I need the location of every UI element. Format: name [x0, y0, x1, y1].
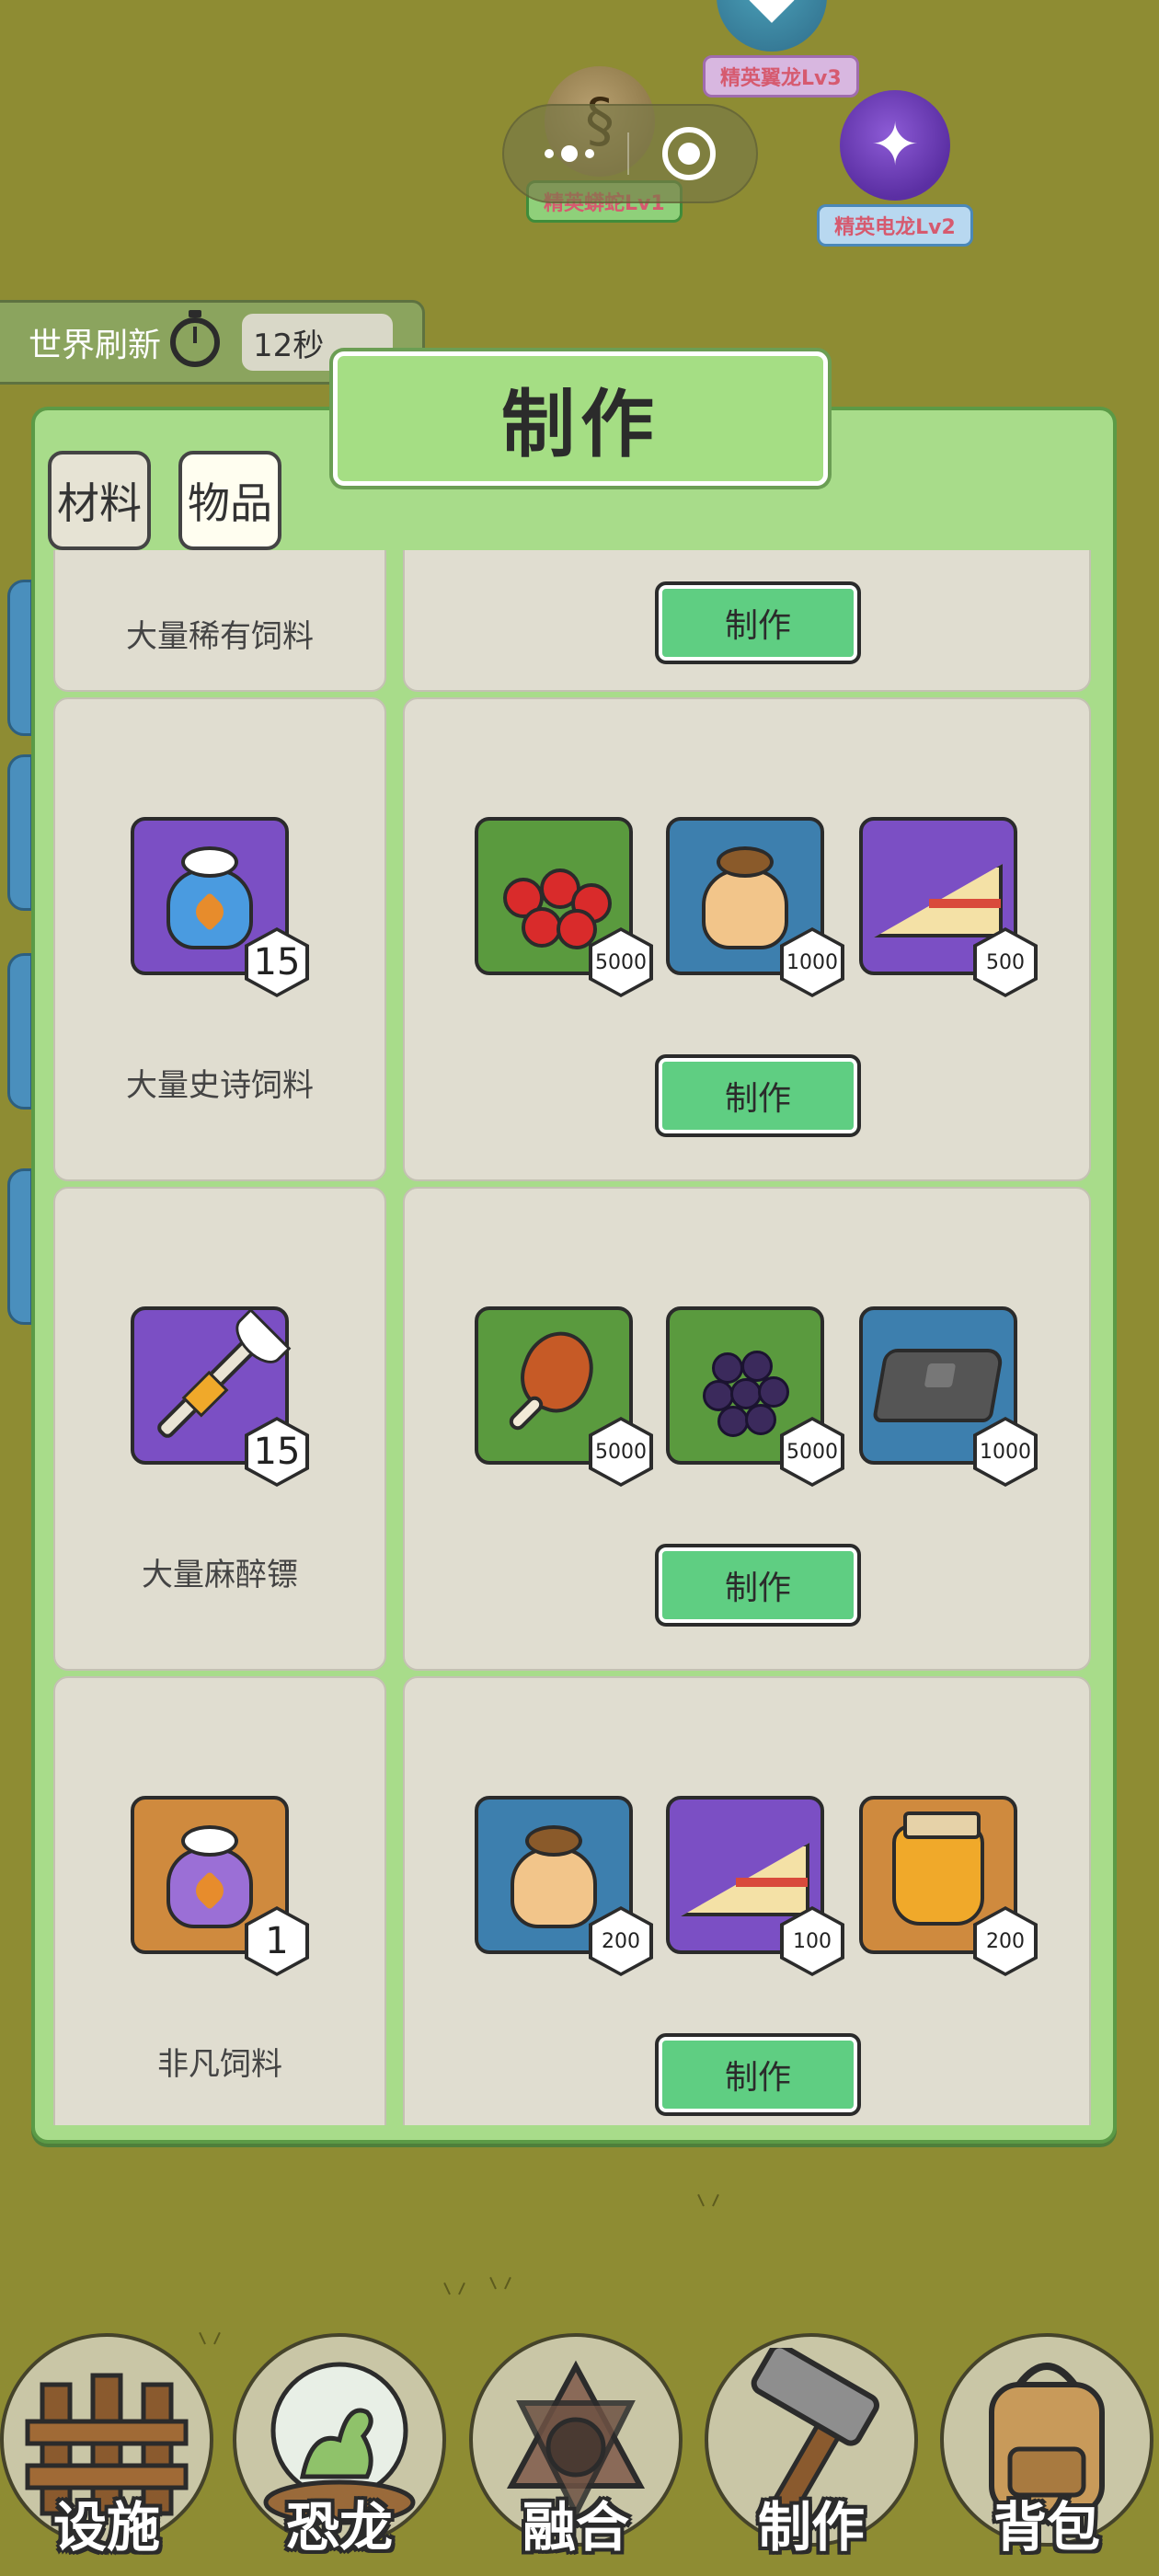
craft-button[interactable]: 制作 — [655, 1544, 861, 1627]
ingredient-count: 500 — [986, 950, 1025, 974]
ingredient-count: 200 — [986, 1929, 1025, 1953]
recipe-row: 15 大量史诗饲料 5000 1000 500 制作 — [52, 697, 1095, 1185]
nav-backpack[interactable]: 背包 — [940, 2333, 1153, 2559]
product-tile[interactable]: 1 — [131, 1796, 309, 1976]
cake-slice-icon — [681, 1834, 809, 1916]
recipe-ingredients-cell: 200 100 200 制作 — [403, 1676, 1091, 2125]
craft-button[interactable]: 制作 — [655, 1054, 861, 1137]
ingredient-tile[interactable]: 5000 — [475, 1306, 653, 1487]
recipe-list[interactable]: 大量稀有饲料 2000 500 制作 15 大量史诗饲料 — [52, 550, 1095, 2125]
ingredient-count: 200 — [602, 1929, 640, 1953]
grass-decoration — [432, 2278, 478, 2294]
product-tile[interactable]: 15 — [131, 817, 309, 997]
recipe-product-cell: 1 非凡饲料 — [53, 1676, 386, 2125]
craft-button[interactable]: 制作 — [655, 581, 861, 664]
ingredient-tile[interactable]: 500 — [859, 817, 1038, 997]
recipe-ingredients-cell: 5000 1000 500 制作 — [403, 697, 1091, 1181]
nav-fusion[interactable]: 融合 — [469, 2333, 683, 2559]
nav-label: 背包 — [993, 2496, 1100, 2559]
capsule-divider — [627, 132, 629, 175]
recipe-row: 1 非凡饲料 200 100 200 制作 — [52, 1676, 1095, 2125]
ingredient-count: 5000 — [786, 1440, 838, 1464]
more-dots-icon[interactable] — [545, 145, 594, 162]
product-tile[interactable]: 15 — [131, 1306, 309, 1487]
side-tab[interactable] — [7, 754, 33, 911]
nav-crafting[interactable]: 制作 — [705, 2333, 918, 2559]
grass-decoration — [686, 2190, 732, 2206]
recipe-name: 大量麻醉镖 — [142, 1557, 298, 1593]
nav-label: 恐龙 — [285, 2496, 393, 2559]
cake-slice-icon — [874, 855, 1003, 937]
world-refresh-label: 世界刷新 — [29, 327, 162, 364]
ingredient-tile[interactable]: 5000 — [475, 817, 653, 997]
nav-label: 制作 — [757, 2496, 865, 2559]
cherry-icon — [494, 841, 614, 951]
grass-decoration — [478, 2272, 524, 2289]
product-count: 15 — [253, 941, 301, 983]
ingredient-tile[interactable]: 5000 — [666, 1306, 844, 1487]
recipe-name: 大量史诗饲料 — [126, 1067, 314, 1104]
nav-dinosaurs[interactable]: 恐龙 — [233, 2333, 446, 2559]
meat-sack-icon — [503, 1820, 604, 1930]
meat-sack-icon — [694, 841, 796, 951]
tab-materials[interactable]: 材料 — [48, 451, 151, 550]
nav-label: 融合 — [522, 2496, 629, 2559]
recipe-product-cell: 15 大量麻醉镖 — [53, 1187, 386, 1671]
stopwatch-icon — [170, 310, 221, 367]
recipe-product-cell: 大量稀有饲料 — [53, 550, 386, 692]
ingredient-tile[interactable]: 1000 — [859, 1306, 1038, 1487]
enemy-marker[interactable]: ✦ 精英电龙Lv2 — [817, 90, 973, 247]
side-tab[interactable] — [7, 953, 33, 1110]
ingredient-tile[interactable]: 200 — [859, 1796, 1038, 1976]
recipe-row: 15 大量麻醉镖 5000 5000 1000 制作 — [52, 1187, 1095, 1674]
purple-feed-sack-icon — [159, 1820, 260, 1930]
product-count: 15 — [253, 1431, 301, 1473]
target-icon[interactable] — [662, 127, 716, 180]
panel-title-plate: 制作 — [333, 351, 828, 486]
panel-title: 制作 — [501, 382, 660, 467]
recipe-product-cell: 15 大量史诗饲料 — [53, 697, 386, 1181]
ingredient-count: 1000 — [980, 1440, 1031, 1464]
enemy-marker[interactable]: ◆ 精英翼龙Lv3 — [703, 0, 859, 98]
ingredient-count: 5000 — [595, 1440, 647, 1464]
recipe-ingredients-cell: 2000 500 制作 — [403, 550, 1091, 692]
nav-label: 设施 — [52, 2496, 160, 2559]
side-tab[interactable] — [7, 1168, 33, 1325]
blackberry-icon — [690, 1330, 800, 1441]
ingredient-tile[interactable]: 100 — [666, 1796, 844, 1976]
honey-jar-icon — [892, 1811, 984, 1926]
recipe-name: 非凡饲料 — [157, 2046, 282, 2083]
drumstick-icon — [499, 1321, 609, 1445]
iron-ore-icon — [871, 1349, 1005, 1422]
ingredient-tile[interactable]: 200 — [475, 1796, 653, 1976]
electric-dragon-avatar-icon: ✦ — [840, 90, 950, 201]
ingredient-count: 1000 — [786, 950, 838, 974]
pterodactyl-avatar-icon: ◆ — [717, 0, 827, 52]
product-count: 1 — [265, 1920, 289, 1962]
miniprogram-capsule — [502, 104, 758, 203]
nav-facilities[interactable]: 设施 — [0, 2333, 213, 2559]
side-tab[interactable] — [7, 580, 33, 736]
enemy-name-tag: 精英电龙Lv2 — [817, 204, 973, 247]
ingredient-count: 5000 — [595, 950, 647, 974]
recipe-ingredients-cell: 5000 5000 1000 制作 — [403, 1187, 1091, 1671]
tab-items[interactable]: 物品 — [178, 451, 281, 550]
ingredient-tile[interactable]: 1000 — [666, 817, 844, 997]
tranquilizer-dart-icon — [154, 1329, 266, 1442]
recipe-name: 大量稀有饲料 — [126, 618, 314, 655]
recipe-row: 大量稀有饲料 2000 500 制作 — [52, 550, 1095, 696]
ingredient-count: 100 — [793, 1929, 832, 1953]
blue-feed-sack-icon — [159, 841, 260, 951]
craft-button[interactable]: 制作 — [655, 2033, 861, 2116]
